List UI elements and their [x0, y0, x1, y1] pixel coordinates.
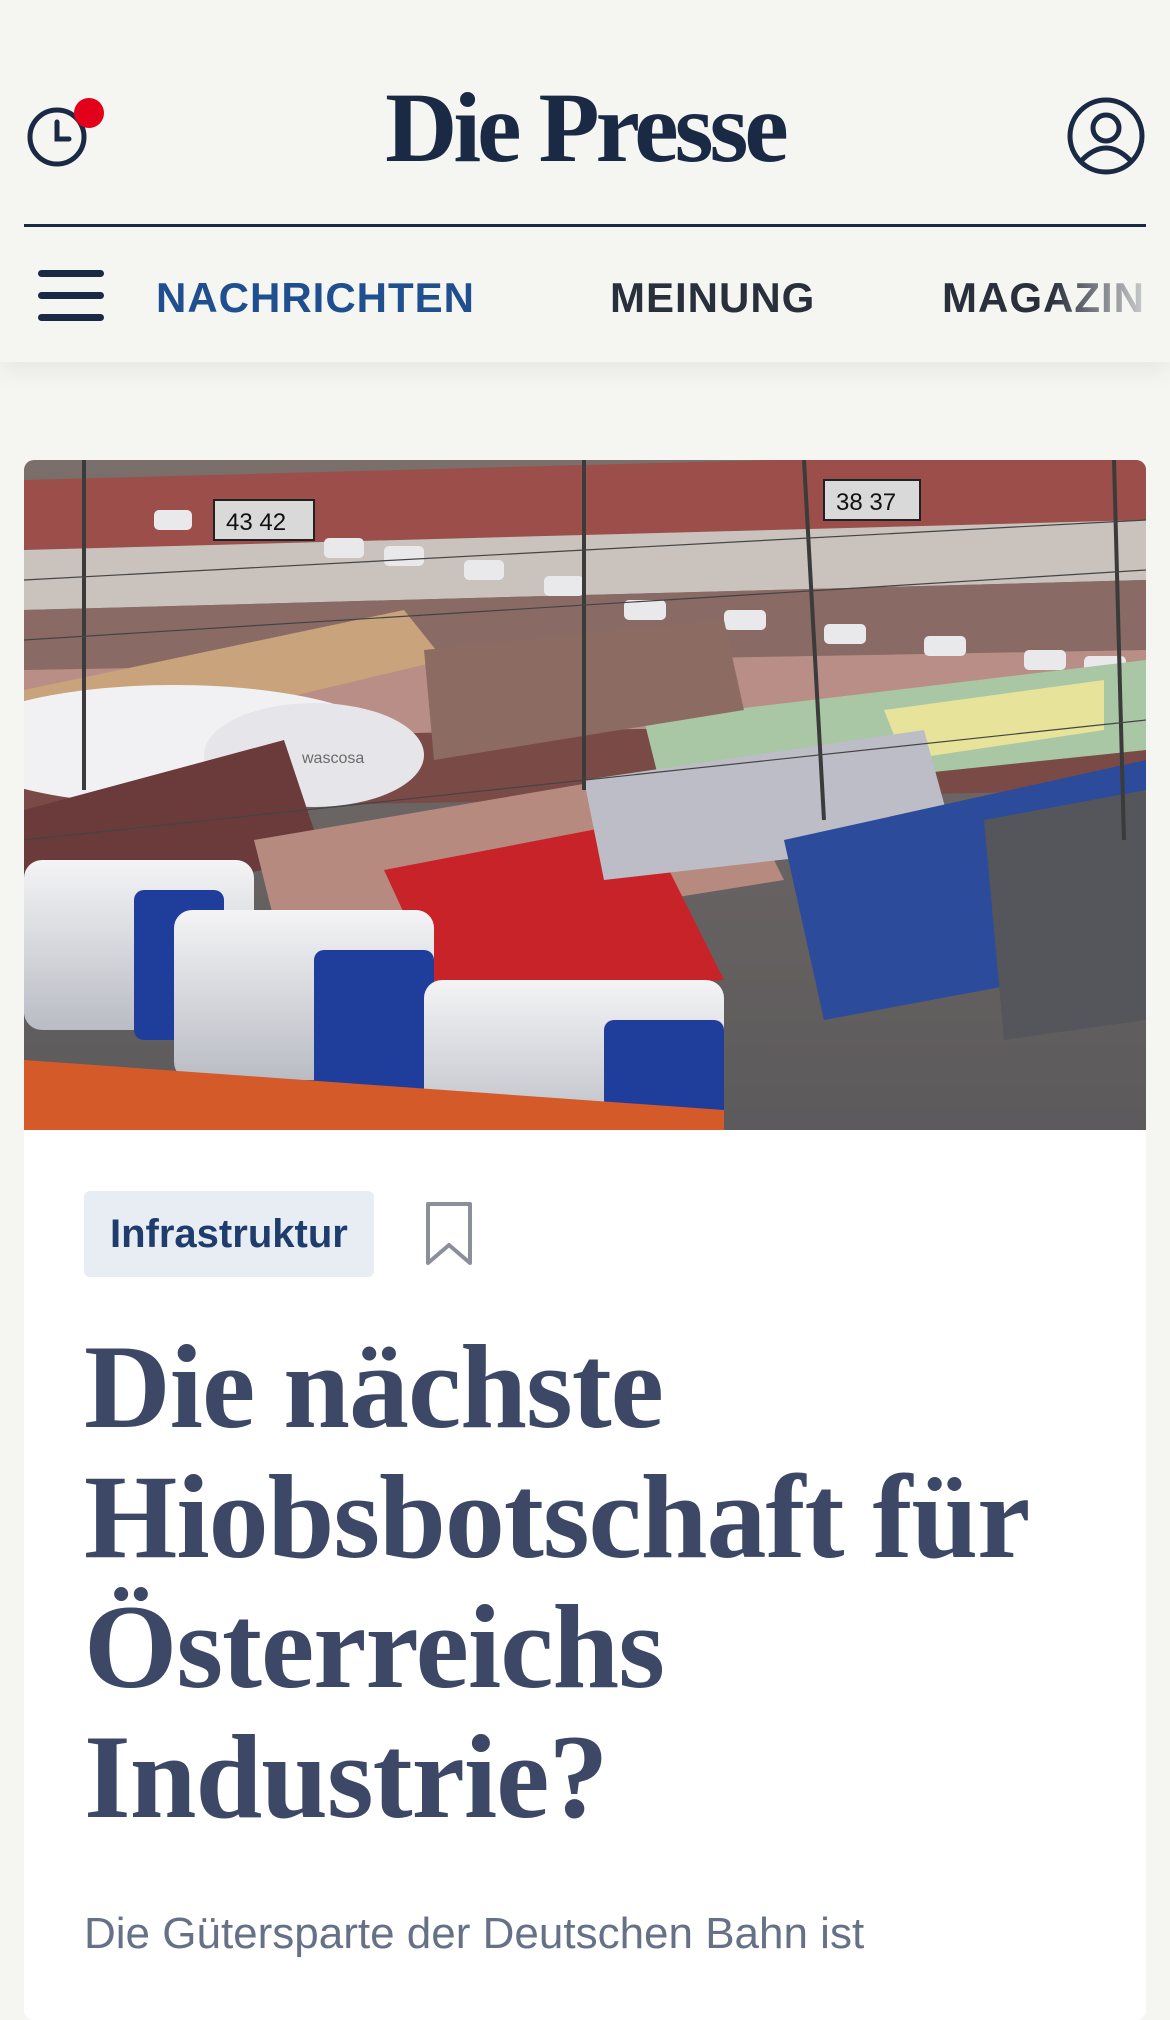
- bookmark-icon: [426, 1202, 472, 1265]
- hamburger-menu-icon: [38, 270, 104, 277]
- article-lead: Die Gütersparte der Deutschen Bahn ist: [84, 1909, 865, 1958]
- category-tag[interactable]: Infrastruktur: [84, 1191, 374, 1277]
- nav-scroll-fade: [1050, 228, 1170, 362]
- top-bar: Die Presse: [0, 0, 1170, 226]
- svg-text:wascosa: wascosa: [301, 750, 364, 767]
- svg-text:38 37: 38 37: [836, 489, 896, 516]
- svg-text:43 42: 43 42: [226, 509, 286, 536]
- bookmark-button[interactable]: [424, 1201, 474, 1267]
- site-header: Die Presse NACHRICHTEN MEINUNG MAGAZIN: [0, 0, 1170, 362]
- account-button[interactable]: [1066, 96, 1146, 176]
- article-card[interactable]: wascosa 43 42 38 37 Infrastruktur Die nä…: [24, 460, 1146, 2020]
- article-headline[interactable]: Die nächste Hiobsbotschaft für Österreic…: [84, 1322, 1084, 1842]
- header-divider: [24, 224, 1146, 227]
- nav-item-nachrichten[interactable]: NACHRICHTEN: [156, 274, 475, 322]
- freight-train-photo: wascosa 43 42 38 37: [24, 460, 1146, 1130]
- main-navigation: NACHRICHTEN MEINUNG MAGAZIN: [0, 228, 1170, 362]
- nav-item-meinung[interactable]: MEINUNG: [610, 274, 815, 322]
- article-hero-image[interactable]: wascosa 43 42 38 37: [24, 460, 1146, 1130]
- menu-button[interactable]: [38, 268, 108, 324]
- user-account-icon: [1067, 97, 1145, 175]
- site-logo[interactable]: Die Presse: [0, 78, 1170, 178]
